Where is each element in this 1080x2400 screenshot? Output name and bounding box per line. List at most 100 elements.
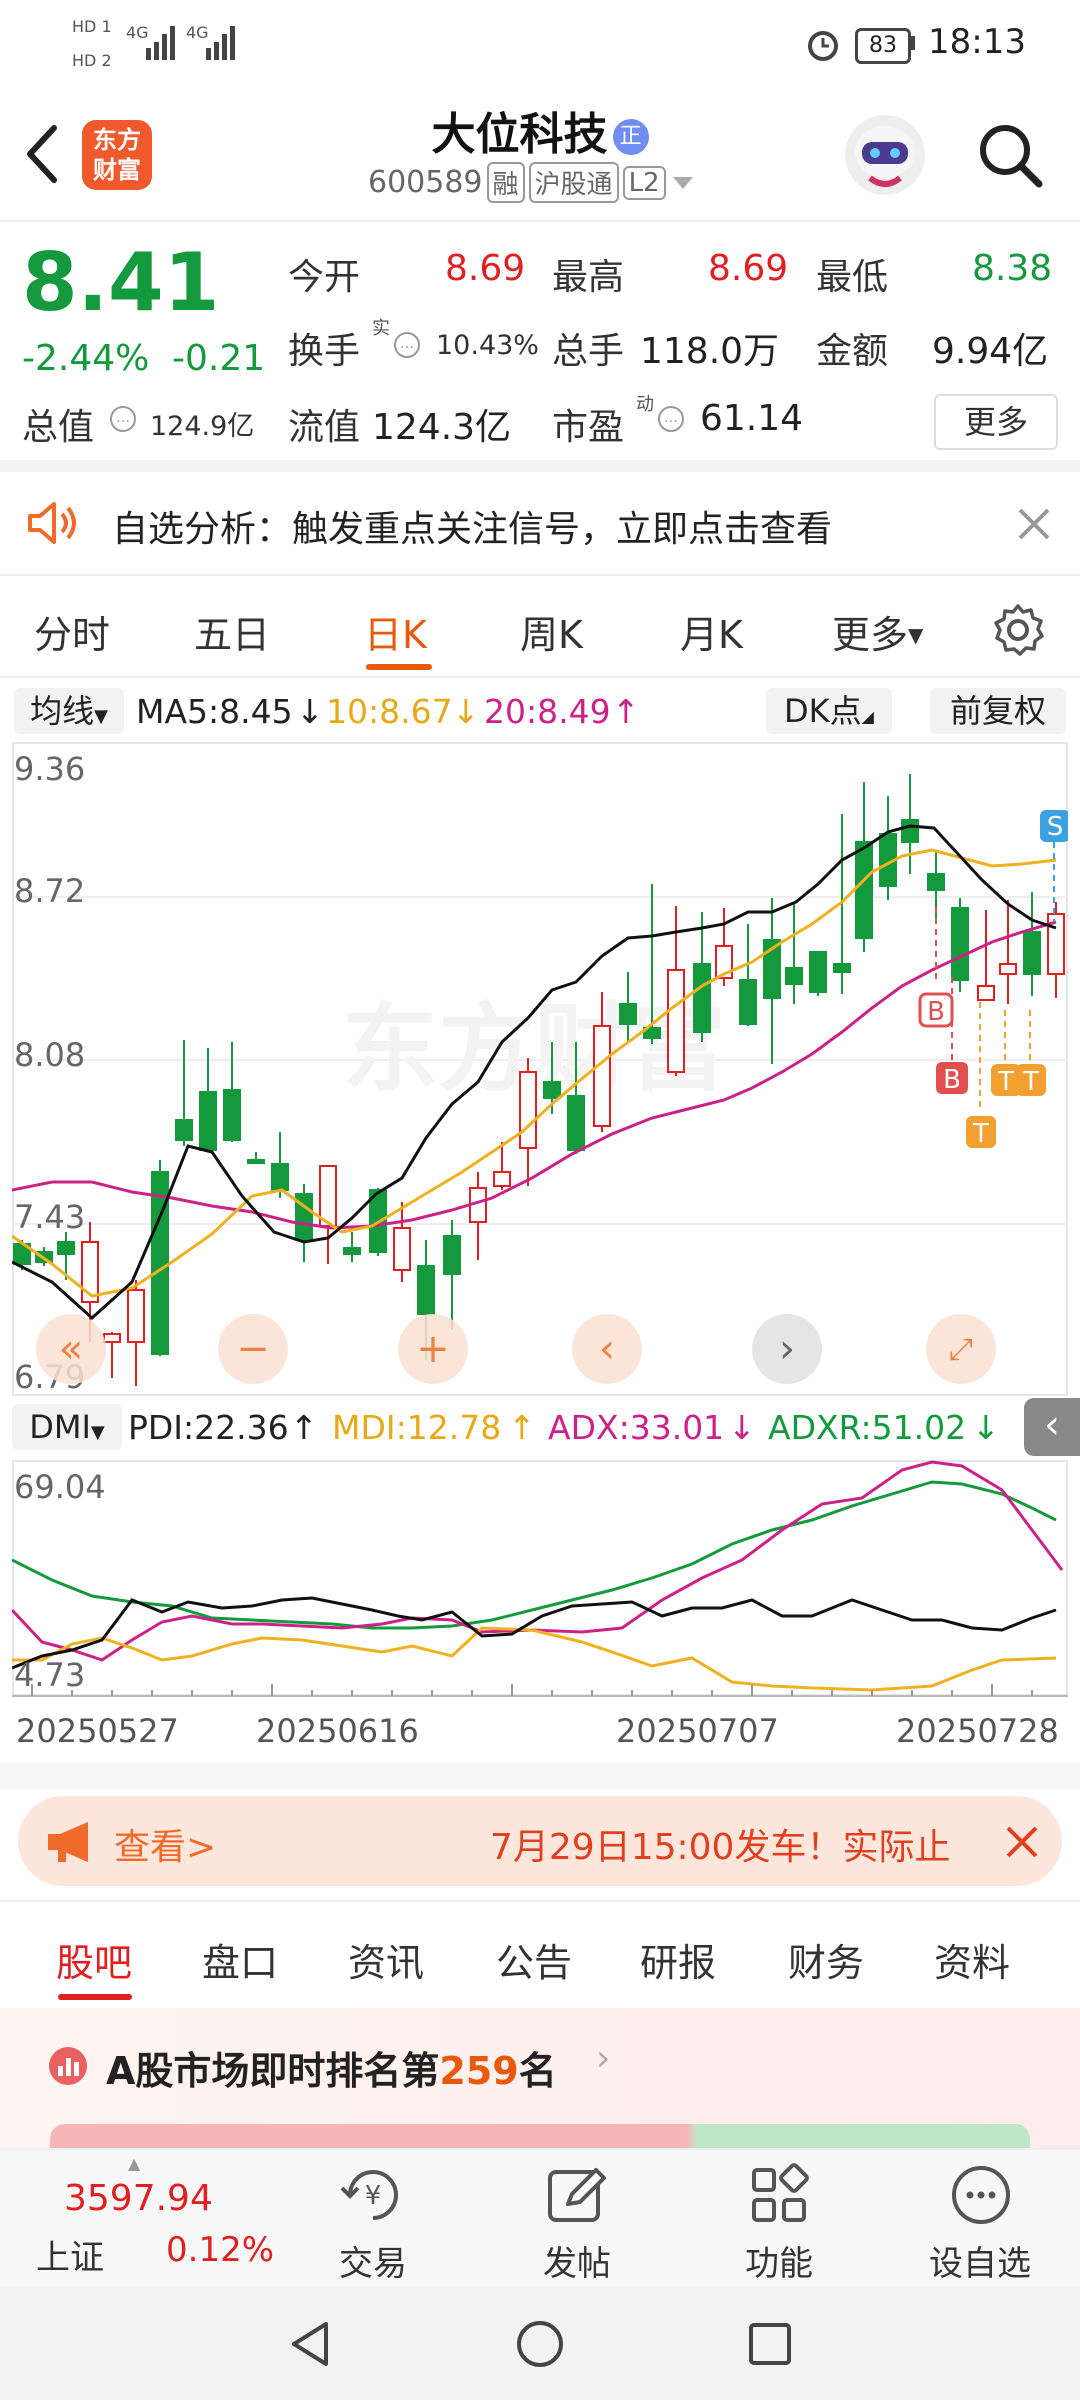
tab-profile[interactable]: 资料 xyxy=(934,1932,1010,1987)
t-marker-label: T xyxy=(1022,1067,1039,1097)
search-icon[interactable] xyxy=(975,120,1045,190)
more-button[interactable]: 更多 xyxy=(934,394,1058,450)
robot-assistant-icon[interactable] xyxy=(840,110,930,200)
speaker-icon xyxy=(28,502,76,544)
adxr-value: ADXR:51.02 xyxy=(768,1408,967,1447)
ranking-chart-icon xyxy=(49,2047,87,2085)
alarm-icon xyxy=(808,31,838,61)
fullscreen-icon[interactable]: ⤢ xyxy=(926,1314,996,1384)
x-date-4: 20250728 xyxy=(896,1712,1059,1750)
tab-research[interactable]: 研报 xyxy=(640,1932,716,1987)
edit-post-icon xyxy=(548,2168,606,2222)
candle-body xyxy=(57,1241,75,1255)
tab-more[interactable]: 更多▼ xyxy=(832,604,923,659)
candle-body xyxy=(127,1289,145,1343)
nav-add-watchlist[interactable]: 设自选 xyxy=(910,2158,1050,2284)
y-label-3: 8.08 xyxy=(14,1036,86,1074)
dmi-svg xyxy=(12,1460,1068,1697)
ranking-prefix: A股市场即时排名第 xyxy=(106,2049,440,2093)
zoom-in-icon[interactable]: + xyxy=(398,1314,468,1384)
tag-l2: L2 xyxy=(622,165,666,200)
dropdown-icon xyxy=(672,176,693,189)
promo-text: 7月29日15:00发车！实际止 xyxy=(490,1827,951,1868)
promo-link[interactable]: 查看> xyxy=(114,1818,216,1870)
mdi-line xyxy=(12,1626,1057,1692)
tab-forum[interactable]: 股吧 xyxy=(56,1932,132,1987)
index-change: 0.12% xyxy=(166,2230,275,2270)
info-icon[interactable]: … xyxy=(394,332,420,358)
pdi-up-arrow: ↑ xyxy=(290,1408,318,1447)
back-triangle-icon[interactable] xyxy=(282,2316,338,2372)
ranking-number: 259 xyxy=(439,2049,519,2093)
divider xyxy=(0,676,1080,678)
sell-marker-label: S xyxy=(1047,812,1064,842)
volume-label: 总手 xyxy=(552,331,625,372)
tab-news[interactable]: 资讯 xyxy=(348,1932,424,1987)
dmi-y-top: 69.04 xyxy=(14,1468,106,1506)
indicator-selector[interactable]: DMI▼ xyxy=(12,1404,122,1450)
index-widget[interactable]: ▲ 3597.94 上证 0.12% xyxy=(0,2150,280,2286)
alert-bar[interactable]: 自选分析：触发重点关注信号，立即点击查看 xyxy=(0,472,1080,572)
tab-five-day[interactable]: 五日 xyxy=(194,604,270,659)
ranking-suffix: 名 xyxy=(518,2049,557,2093)
battery-tip xyxy=(910,36,915,50)
alert-text: 自选分析：触发重点关注信号，立即点击查看 xyxy=(112,509,833,550)
period-tabs: 分时 五日 日K 周K 月K 更多▼ xyxy=(0,576,1080,676)
stock-code: 600589 xyxy=(368,165,483,200)
rewind-icon[interactable]: « xyxy=(36,1314,106,1384)
nav-post[interactable]: 发帖 xyxy=(522,2158,632,2284)
battery-icon: 83 xyxy=(855,28,911,64)
ma-selector[interactable]: 均线▼ xyxy=(14,688,124,734)
close-icon[interactable] xyxy=(1016,506,1052,542)
nav-functions[interactable]: 功能 xyxy=(724,2158,834,2284)
sim2-label: HD 2 xyxy=(72,51,112,70)
collapse-panel-icon[interactable]: ‹ xyxy=(1024,1398,1080,1456)
settings-gear-icon[interactable] xyxy=(990,602,1046,658)
info-icon[interactable]: … xyxy=(110,406,136,432)
chevron-right-icon: › xyxy=(596,2038,611,2079)
pe-label: 市盈 xyxy=(552,407,625,448)
sim1-label: HD 1 xyxy=(72,17,112,36)
candle-body xyxy=(567,1095,585,1151)
tab-order-book[interactable]: 盘口 xyxy=(202,1932,278,1987)
candle-body xyxy=(667,969,685,1073)
close-icon[interactable] xyxy=(1004,1824,1040,1860)
candle-body xyxy=(417,1265,435,1315)
home-circle-icon[interactable] xyxy=(512,2316,568,2372)
float-cap-label: 流值 xyxy=(288,407,361,448)
tag-connect: 沪股通 xyxy=(528,162,619,203)
nav-trade[interactable]: ¥ 交易 xyxy=(318,2158,428,2284)
dmi-chart[interactable]: 69.04 4.73 xyxy=(12,1460,1068,1700)
news-tabs: 股吧 盘口 资讯 公告 研报 财务 资料 xyxy=(0,1902,1080,2006)
adx-down-arrow: ↓ xyxy=(728,1408,756,1447)
info-icon[interactable]: … xyxy=(658,406,684,432)
index-name: 上证 xyxy=(36,2238,104,2278)
kline-svg: 东方财富 S B B T T T xyxy=(12,742,1068,1396)
tab-announcements[interactable]: 公告 xyxy=(496,1932,572,1987)
scroll-left-icon[interactable]: ‹ xyxy=(572,1314,642,1384)
dk-points-toggle[interactable]: DK点◢ xyxy=(766,688,892,734)
tab-daily-k[interactable]: 日K xyxy=(364,604,427,659)
tab-financials[interactable]: 财务 xyxy=(788,1932,864,1987)
zoom-out-icon[interactable]: − xyxy=(218,1314,288,1384)
candle-body xyxy=(619,1003,637,1025)
candle-body xyxy=(271,1163,289,1191)
pe-sup: 动 xyxy=(636,394,654,415)
candle-body xyxy=(543,1081,561,1099)
adjust-mode-button[interactable]: 前复权 xyxy=(930,688,1066,734)
pdi-value: PDI:22.36 xyxy=(128,1408,289,1447)
scroll-right-icon[interactable]: › xyxy=(752,1314,822,1384)
tab-monthly-k[interactable]: 月K xyxy=(680,604,743,659)
nav-add-watchlist-label: 设自选 xyxy=(929,2244,1031,2284)
y-label-4: 7.43 xyxy=(14,1198,86,1236)
dk-chip-label: DK点 xyxy=(784,692,862,730)
kline-chart[interactable]: 东方财富 S B B T T T 9.36 8.72 8.08 7.43 « −… xyxy=(12,742,1068,1396)
megaphone-icon xyxy=(48,1822,88,1862)
ranking-card[interactable]: A股市场即时排名第259名 › xyxy=(0,2008,1080,2154)
promo-banner[interactable]: 查看> 7月29日15:00发车！实际止 xyxy=(18,1796,1062,1886)
tab-weekly-k[interactable]: 周K xyxy=(520,604,583,659)
recents-square-icon[interactable] xyxy=(742,2316,798,2372)
tab-intraday[interactable]: 分时 xyxy=(34,604,110,659)
stock-code-row[interactable]: 600589 融 沪股通 L2 xyxy=(368,162,696,203)
open-label: 今开 xyxy=(288,257,361,298)
